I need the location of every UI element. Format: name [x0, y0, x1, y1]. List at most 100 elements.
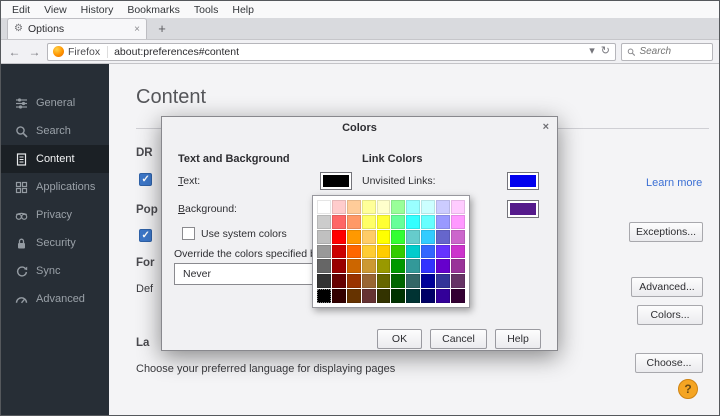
cancel-button[interactable]: Cancel	[430, 329, 487, 349]
url-text[interactable]: about:preferences#content	[114, 46, 583, 58]
palette-swatch[interactable]	[377, 215, 391, 229]
palette-swatch[interactable]	[406, 274, 420, 288]
palette-swatch[interactable]	[391, 245, 405, 259]
back-icon[interactable]: ←	[7, 46, 22, 58]
palette-swatch[interactable]	[317, 230, 331, 244]
sidebar-item-sync[interactable]: Sync	[1, 257, 109, 285]
palette-swatch[interactable]	[436, 200, 450, 214]
use-system-colors-checkbox[interactable]	[182, 227, 195, 240]
popups-checkbox[interactable]	[139, 229, 152, 242]
palette-swatch[interactable]	[347, 289, 361, 303]
sidebar-item-advanced[interactable]: Advanced	[1, 285, 109, 313]
palette-swatch[interactable]	[436, 289, 450, 303]
choose-button[interactable]: Choose...	[635, 353, 703, 373]
search-box[interactable]	[621, 43, 713, 61]
sidebar-item-privacy[interactable]: Privacy	[1, 201, 109, 229]
sidebar-item-general[interactable]: General	[1, 89, 109, 117]
ok-button[interactable]: OK	[377, 329, 422, 349]
palette-swatch[interactable]	[377, 259, 391, 273]
menu-edit[interactable]: Edit	[5, 2, 37, 18]
new-tab-button[interactable]: +	[150, 21, 174, 37]
palette-swatch[interactable]	[451, 259, 465, 273]
url-bar[interactable]: Firefox about:preferences#content ▾ ↻	[47, 43, 616, 61]
palette-swatch[interactable]	[421, 259, 435, 273]
sidebar-item-content[interactable]: Content	[1, 145, 109, 173]
palette-swatch[interactable]	[436, 259, 450, 273]
palette-swatch[interactable]	[347, 230, 361, 244]
palette-swatch[interactable]	[347, 245, 361, 259]
override-dropdown[interactable]: Never	[174, 263, 324, 285]
palette-swatch[interactable]	[406, 230, 420, 244]
palette-swatch[interactable]	[421, 215, 435, 229]
menu-help[interactable]: Help	[225, 2, 261, 18]
palette-swatch[interactable]	[347, 274, 361, 288]
palette-swatch[interactable]	[332, 215, 346, 229]
colors-button[interactable]: Colors...	[637, 305, 703, 325]
palette-swatch[interactable]	[317, 289, 331, 303]
help-dialog-button[interactable]: Help	[495, 329, 541, 349]
menu-bookmarks[interactable]: Bookmarks	[120, 2, 187, 18]
sidebar-item-applications[interactable]: Applications	[1, 173, 109, 201]
palette-swatch[interactable]	[332, 200, 346, 214]
drm-checkbox[interactable]	[139, 173, 152, 186]
tab-close-icon[interactable]: ×	[134, 24, 140, 35]
palette-swatch[interactable]	[391, 274, 405, 288]
palette-swatch[interactable]	[317, 200, 331, 214]
palette-swatch[interactable]	[451, 200, 465, 214]
tab-options[interactable]: ⚙ Options ×	[7, 18, 147, 39]
palette-swatch[interactable]	[317, 245, 331, 259]
palette-swatch[interactable]	[436, 245, 450, 259]
palette-swatch[interactable]	[406, 215, 420, 229]
palette-swatch[interactable]	[421, 230, 435, 244]
palette-swatch[interactable]	[347, 259, 361, 273]
exceptions-button[interactable]: Exceptions...	[629, 222, 703, 242]
palette-swatch[interactable]	[362, 215, 376, 229]
palette-swatch[interactable]	[406, 259, 420, 273]
menu-view[interactable]: View	[37, 2, 74, 18]
palette-swatch[interactable]	[362, 200, 376, 214]
site-identity[interactable]: Firefox	[53, 46, 108, 58]
palette-swatch[interactable]	[317, 274, 331, 288]
palette-swatch[interactable]	[332, 245, 346, 259]
search-input[interactable]	[639, 46, 707, 57]
palette-swatch[interactable]	[406, 289, 420, 303]
palette-swatch[interactable]	[391, 215, 405, 229]
palette-swatch[interactable]	[451, 230, 465, 244]
sidebar-item-security[interactable]: Security	[1, 229, 109, 257]
reload-icon[interactable]: ↻	[601, 46, 610, 57]
palette-swatch[interactable]	[421, 289, 435, 303]
palette-swatch[interactable]	[332, 230, 346, 244]
palette-swatch[interactable]	[362, 289, 376, 303]
palette-swatch[interactable]	[421, 200, 435, 214]
palette-swatch[interactable]	[332, 289, 346, 303]
palette-swatch[interactable]	[362, 245, 376, 259]
palette-swatch[interactable]	[421, 274, 435, 288]
palette-swatch[interactable]	[391, 230, 405, 244]
urlbar-dropdown-icon[interactable]: ▾	[589, 46, 595, 57]
palette-swatch[interactable]	[332, 259, 346, 273]
visited-links-swatch[interactable]	[507, 200, 539, 218]
text-color-swatch[interactable]	[320, 172, 352, 190]
forward-icon[interactable]: →	[27, 46, 42, 58]
unvisited-links-swatch[interactable]	[507, 172, 539, 190]
help-button[interactable]: ?	[678, 379, 698, 399]
learn-more-link[interactable]: Learn more	[646, 177, 702, 189]
palette-swatch[interactable]	[391, 259, 405, 273]
menu-tools[interactable]: Tools	[187, 2, 226, 18]
advanced-button[interactable]: Advanced...	[631, 277, 703, 297]
palette-swatch[interactable]	[406, 200, 420, 214]
palette-swatch[interactable]	[377, 289, 391, 303]
palette-swatch[interactable]	[451, 289, 465, 303]
palette-swatch[interactable]	[436, 215, 450, 229]
palette-swatch[interactable]	[451, 245, 465, 259]
palette-swatch[interactable]	[377, 230, 391, 244]
palette-swatch[interactable]	[317, 259, 331, 273]
palette-swatch[interactable]	[347, 215, 361, 229]
palette-swatch[interactable]	[377, 274, 391, 288]
palette-swatch[interactable]	[377, 245, 391, 259]
palette-swatch[interactable]	[362, 259, 376, 273]
palette-swatch[interactable]	[362, 230, 376, 244]
palette-swatch[interactable]	[362, 274, 376, 288]
palette-swatch[interactable]	[436, 274, 450, 288]
menu-history[interactable]: History	[74, 2, 121, 18]
